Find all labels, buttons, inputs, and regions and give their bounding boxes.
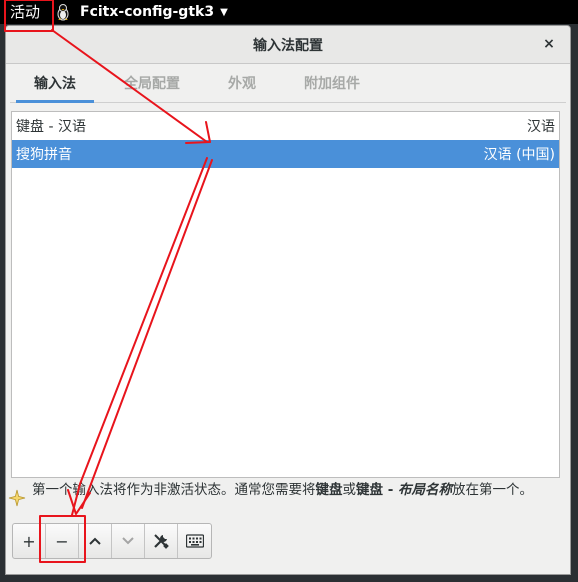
hint-or: 或 bbox=[342, 482, 357, 498]
add-button[interactable]: + bbox=[13, 524, 46, 558]
input-method-list[interactable]: 键盘 - 汉语 汉语 搜狗拼音 汉语 (中国) bbox=[11, 111, 560, 478]
activities-label: 活动 bbox=[10, 3, 41, 21]
top-bar: 活动 Fcitx-config-gtk3 ▼ bbox=[0, 0, 578, 24]
tools-icon bbox=[154, 534, 169, 549]
sparkle-icon bbox=[8, 489, 26, 507]
chevron-up-icon bbox=[89, 537, 101, 545]
activities-button[interactable]: 活动 bbox=[0, 0, 48, 24]
tab-input-method[interactable]: 输入法 bbox=[10, 64, 100, 103]
input-method-language: 汉语 bbox=[527, 119, 555, 135]
move-up-button[interactable] bbox=[79, 524, 112, 558]
window-title: 输入法配置 bbox=[253, 37, 323, 54]
hint-part: 第一个输入法将作为非激活状态。通常您需要将 bbox=[32, 482, 316, 498]
input-method-name: 搜狗拼音 bbox=[16, 147, 72, 163]
hint-layout-name: 布局名称 bbox=[398, 482, 453, 498]
input-method-name: 键盘 - 汉语 bbox=[16, 119, 86, 135]
tab-label: 外观 bbox=[228, 76, 256, 92]
tab-label: 全局配置 bbox=[124, 76, 180, 92]
app-name: Fcitx-config-gtk3 bbox=[80, 4, 215, 20]
close-icon[interactable]: × bbox=[540, 35, 558, 53]
remove-button[interactable]: − bbox=[46, 524, 79, 558]
tux-icon bbox=[57, 4, 69, 21]
configure-button[interactable] bbox=[145, 524, 178, 558]
fcitx-config-window: 输入法配置 × 输入法 全局配置 外观 附加组件 键盘 - 汉语 汉语 搜狗拼音… bbox=[5, 25, 571, 575]
chevron-down-icon bbox=[122, 537, 134, 545]
tab-label: 附加组件 bbox=[304, 76, 360, 92]
hint-keyboard-layout: 键盘 - bbox=[356, 482, 399, 498]
keyboard-icon bbox=[185, 534, 204, 548]
hint-text: 第一个输入法将作为非激活状态。通常您需要将键盘或键盘 - 布局名称放在第一个。 bbox=[32, 481, 533, 499]
hint-keyboard: 键盘 bbox=[315, 482, 343, 498]
hint-part: 放在第一个。 bbox=[452, 482, 534, 498]
list-item-selected[interactable]: 搜狗拼音 汉语 (中国) bbox=[12, 140, 559, 168]
move-down-button[interactable] bbox=[112, 524, 145, 558]
input-method-language: 汉语 (中国) bbox=[483, 147, 555, 163]
tab-label: 输入法 bbox=[34, 76, 76, 92]
chevron-down-icon: ▼ bbox=[220, 6, 228, 18]
title-bar: 输入法配置 × bbox=[6, 26, 570, 64]
keyboard-layout-button[interactable] bbox=[178, 524, 211, 558]
list-toolbar: + − bbox=[12, 523, 212, 559]
minus-icon: − bbox=[55, 531, 69, 551]
tab-bar: 输入法 全局配置 外观 附加组件 bbox=[10, 64, 566, 103]
tab-addons[interactable]: 附加组件 bbox=[280, 64, 384, 102]
list-item[interactable]: 键盘 - 汉语 汉语 bbox=[12, 112, 559, 140]
app-menu[interactable]: Fcitx-config-gtk3 ▼ bbox=[54, 0, 228, 24]
hint-message: 第一个输入法将作为非激活状态。通常您需要将键盘或键盘 - 布局名称放在第一个。 bbox=[8, 481, 560, 521]
plus-icon: + bbox=[22, 531, 36, 551]
tab-appearance[interactable]: 外观 bbox=[204, 64, 280, 102]
tab-global-config[interactable]: 全局配置 bbox=[100, 64, 204, 102]
